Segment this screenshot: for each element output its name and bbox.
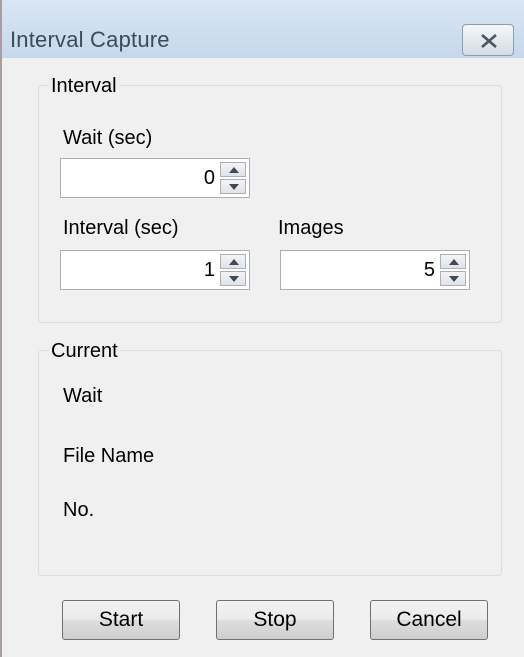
window-title: Interval Capture	[10, 27, 170, 52]
chevron-up-icon	[449, 259, 459, 265]
images-value[interactable]: 5	[424, 258, 435, 282]
current-wait-label: Wait	[63, 385, 103, 407]
images-down-button[interactable]	[440, 271, 466, 286]
wait-sec-label: Wait (sec)	[63, 127, 153, 149]
cancel-button[interactable]: Cancel	[370, 600, 488, 640]
interval-capture-dialog: Interval Capture Interval Wait (sec) 0 I…	[0, 0, 524, 657]
interval-sec-spinner[interactable]: 1	[60, 250, 250, 290]
close-icon	[481, 34, 497, 48]
interval-sec-down-button[interactable]	[220, 271, 246, 286]
current-no-label: No.	[63, 499, 95, 521]
wait-sec-spinner[interactable]: 0	[60, 158, 250, 198]
current-file-name-label: File Name	[63, 445, 155, 467]
wait-sec-down-button[interactable]	[220, 179, 246, 194]
close-button[interactable]	[462, 24, 514, 56]
interval-sec-label: Interval (sec)	[63, 217, 179, 239]
images-label: Images	[278, 217, 344, 239]
interval-sec-value[interactable]: 1	[204, 258, 215, 282]
current-group-title: Current	[49, 339, 120, 363]
interval-sec-up-button[interactable]	[220, 254, 246, 269]
chevron-up-icon	[229, 259, 239, 265]
chevron-down-icon	[229, 184, 239, 190]
dialog-body: Interval Wait (sec) 0 Interval (sec) 1 I…	[2, 58, 524, 657]
title-bar[interactable]: Interval Capture	[2, 0, 524, 58]
start-button[interactable]: Start	[62, 600, 180, 640]
wait-sec-value[interactable]: 0	[204, 166, 215, 190]
chevron-up-icon	[229, 167, 239, 173]
images-spinner[interactable]: 5	[280, 250, 470, 290]
chevron-down-icon	[229, 276, 239, 282]
interval-group-title: Interval	[49, 74, 119, 98]
images-up-button[interactable]	[440, 254, 466, 269]
chevron-down-icon	[449, 276, 459, 282]
stop-button[interactable]: Stop	[216, 600, 334, 640]
wait-sec-up-button[interactable]	[220, 162, 246, 177]
